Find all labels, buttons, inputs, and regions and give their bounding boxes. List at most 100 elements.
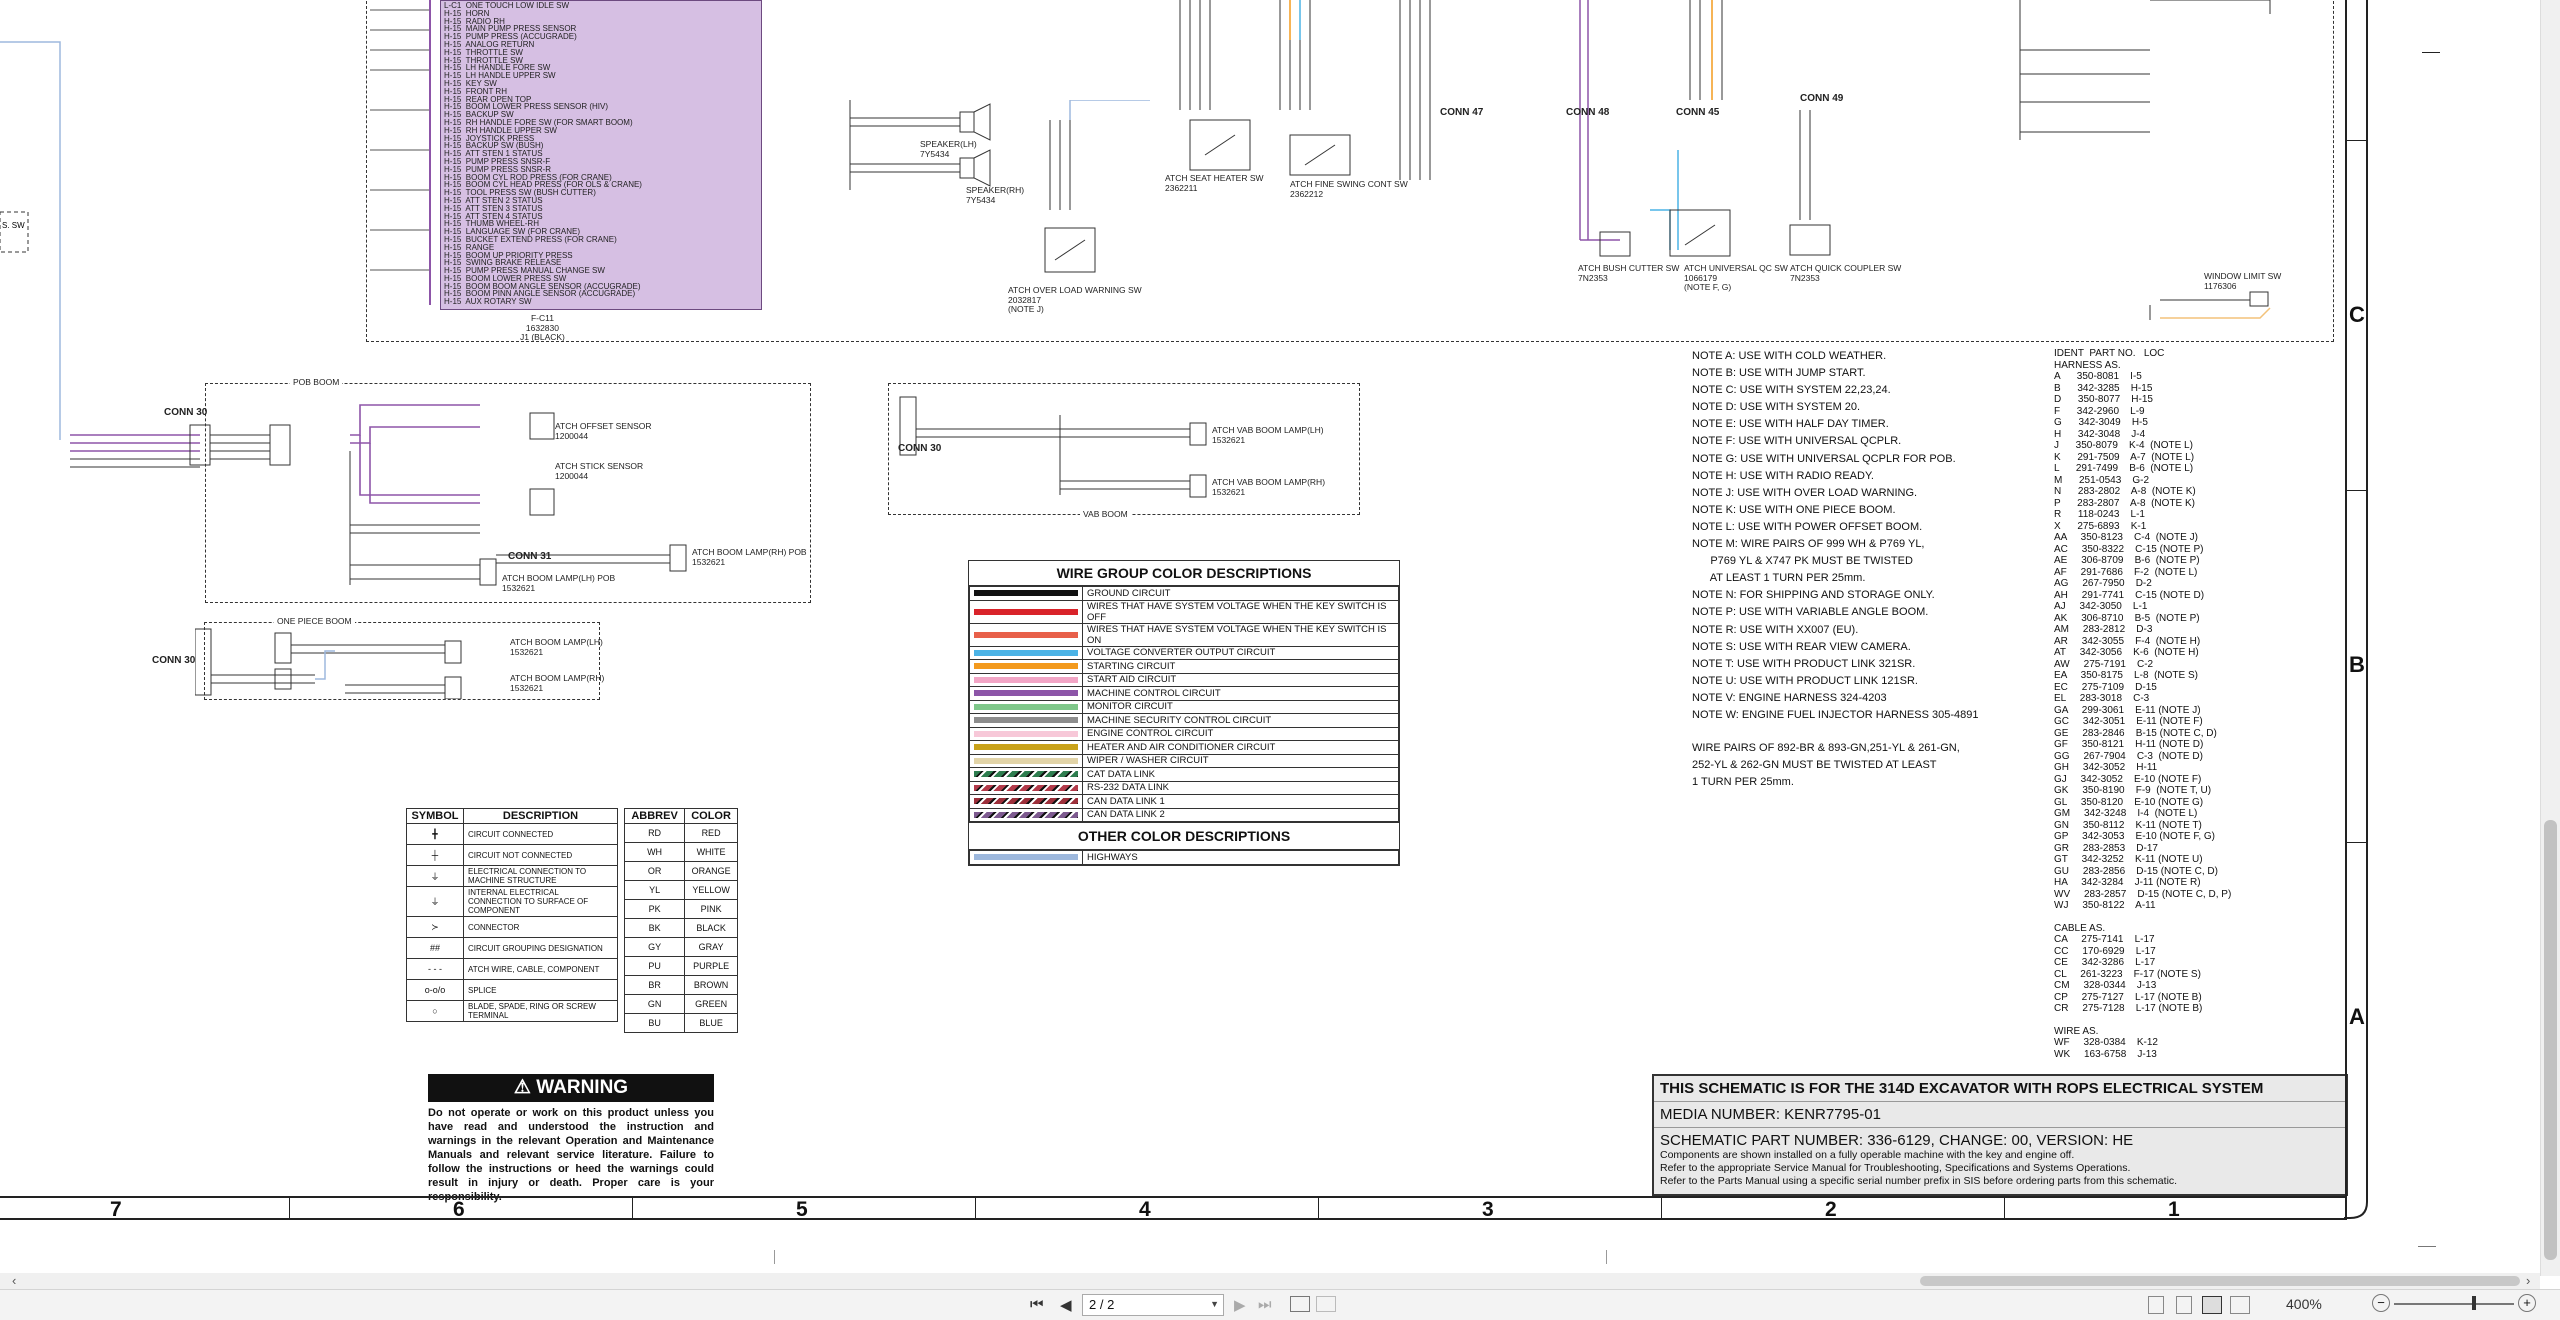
warning-icon: ⚠: [513, 1077, 531, 1098]
ident-row: AK 306-8710 B-5 (NOTE P): [2054, 612, 2200, 624]
wire-row: WF 328-0384 K-12: [2054, 1037, 2158, 1048]
title-line6: Refer to the Parts Manual using a specif…: [1660, 1175, 2178, 1187]
abbrev-color: GRAY: [684, 937, 738, 957]
color-swatch: [974, 676, 1078, 683]
tick-mark: [774, 1250, 775, 1264]
horizontal-scroll-thumb[interactable]: [1920, 1276, 2520, 1286]
ident-row: EA 350-8175 L-8 (NOTE S): [2054, 670, 2198, 681]
fit-page-icon[interactable]: [1290, 1296, 1310, 1312]
conn48-label: CONN 48: [1566, 107, 1610, 118]
two-page-view-icon[interactable]: [2202, 1296, 2222, 1314]
twist-note-line: 1 TURN PER 25mm.: [1692, 776, 1794, 789]
abbrev-color: PINK: [684, 899, 738, 919]
abbrev-color: ORANGE: [684, 861, 738, 881]
conn30-label-a: CONN 30: [164, 407, 208, 418]
scroll-right-icon[interactable]: ›: [2526, 1273, 2530, 1288]
svg-text:S. SW: S. SW: [2, 221, 25, 230]
note-line: NOTE J: USE WITH OVER LOAD WARNING.: [1692, 486, 1918, 499]
viewer-toolbar: ⏮ ◀ 2 / 2 ▼ ▶ ⏭ 400% − +: [0, 1289, 2560, 1320]
scroll-left-icon[interactable]: ‹: [12, 1273, 16, 1288]
abbrev-row: BU BLUE: [623, 1013, 738, 1033]
cable-row: CM 328-0344 J-13: [2054, 980, 2157, 991]
horizontal-scrollbar[interactable]: ‹ ›: [0, 1273, 2540, 1289]
boom-lamp-lh-pob-label: ATCH BOOM LAMP(LH) POB 1532621: [502, 573, 616, 593]
abbrev-code: RD: [623, 823, 686, 843]
vertical-scrollbar[interactable]: [2540, 0, 2560, 1276]
abbrev-row: GN GREEN: [623, 994, 738, 1014]
symbol-description: SPLICE: [463, 979, 618, 1001]
fit-width-icon[interactable]: [1316, 1296, 1336, 1312]
chevron-down-icon[interactable]: ▼: [1210, 1299, 1219, 1309]
ident-row: GM 342-3248 I-4 (NOTE L): [2054, 808, 2198, 819]
quick-coupler-label: ATCH QUICK COUPLER SW 7N2353: [1790, 263, 1902, 283]
symbol-row: o-o/o SPLICE: [406, 979, 618, 1001]
schematic-sheet: L-C1 ONE TOUCH LOW IDLE SW H-15 HORN H-15 …: [0, 0, 2440, 1264]
zone-sep: [975, 1196, 976, 1220]
ident-row: D 350-8077 H-15: [2054, 394, 2153, 405]
note-line: NOTE D: USE WITH SYSTEM 20.: [1692, 401, 1861, 414]
color-swatch: [974, 811, 1078, 818]
ident-row: R 118-0243 L-1: [2054, 509, 2145, 520]
color-swatch-cell: [969, 753, 1083, 768]
ident-row: GN 350-8112 K-11 (NOTE T): [2054, 819, 2202, 831]
note-line: NOTE R: USE WITH XX007 (EU).: [1692, 623, 1859, 636]
color-label: HIGHWAYS: [1082, 850, 1399, 865]
zone-row-b: B: [2349, 652, 2365, 677]
color-swatch-cell: [969, 699, 1083, 714]
page-number-field[interactable]: 2 / 2 ▼: [1082, 1294, 1224, 1316]
zoom-level[interactable]: 400%: [2286, 1296, 2322, 1312]
right-zone-border-inner: [2345, 0, 2347, 1220]
next-page-button[interactable]: ▶: [1234, 1296, 1246, 1314]
abbrev-header-row: ABBREV COLOR: [623, 808, 738, 824]
cable-row: CA 275-7141 L-17: [2054, 934, 2155, 945]
note-line: NOTE C: USE WITH SYSTEM 22,23,24.: [1692, 384, 1891, 397]
wire-group-row: ENGINE CONTROL CIRCUIT: [969, 726, 1399, 741]
ident-row: GR 283-2853 D-17: [2054, 842, 2158, 854]
ident-row: K 291-7509 A-7 (NOTE L): [2054, 451, 2195, 463]
zoom-out-icon[interactable]: −: [2372, 1294, 2390, 1312]
color-label: RS-232 DATA LINK: [1082, 780, 1399, 795]
ident-row: GL 350-8120 E-10 (NOTE G): [2054, 796, 2204, 808]
wire-group-row: MONITOR CIRCUIT: [969, 699, 1399, 714]
color-swatch-cell: [969, 740, 1083, 755]
conn49-label: CONN 49: [1800, 93, 1844, 104]
color-label: MACHINE CONTROL CIRCUIT: [1082, 686, 1399, 701]
abbrev-table: ABBREV COLOR RD RED WH WHITE OR ORANGE YL YELLOW P…: [623, 808, 738, 1033]
symbol-row: - - - ATCH WIRE, CABLE, COMPONENT: [406, 958, 618, 980]
zoom-in-icon[interactable]: +: [2518, 1294, 2536, 1312]
single-page-view-icon[interactable]: [2148, 1296, 2164, 1314]
color-swatch: [974, 649, 1078, 656]
zone-sep: [632, 1196, 633, 1220]
ident-rows: A 350-8081 I-5 B 342-3285 H-15 D 350-8077 …: [2054, 371, 2231, 912]
abbrev-header: ABBREV: [623, 808, 686, 824]
offset-sensor-label: ATCH OFFSET SENSOR 1200044: [555, 421, 652, 441]
pob-boom-wiring: [70, 404, 687, 586]
continuous-view-icon[interactable]: [2176, 1296, 2192, 1314]
prev-page-button[interactable]: ◀: [1060, 1296, 1072, 1314]
speaker-lh-label: SPEAKER(LH) 7Y5434: [920, 139, 977, 159]
bush-cutter-label: ATCH BUSH CUTTER SW 7N2353: [1578, 263, 1680, 283]
color-label: CAN DATA LINK 1: [1082, 794, 1399, 809]
color-swatch: [974, 784, 1078, 791]
color-swatch-cell: [969, 622, 1083, 647]
color-label: STARTING CIRCUIT: [1082, 659, 1399, 674]
wire-label: WIRE AS.: [2054, 1025, 2099, 1037]
note-line: NOTE G: USE WITH UNIVERSAL QCPLR FOR POB…: [1692, 452, 1956, 465]
abbrev-code: WH: [623, 842, 686, 862]
wire-group-row: WIRES THAT HAVE SYSTEM VOLTAGE WHEN THE …: [969, 622, 1399, 647]
warning-box: ⚠ WARNING Do not operate or work on this…: [428, 1074, 714, 1204]
last-page-button[interactable]: ⏭: [1258, 1296, 1272, 1313]
vertical-scroll-thumb[interactable]: [2544, 820, 2557, 1260]
color-label: MACHINE SECURITY CONTROL CIRCUIT: [1082, 713, 1399, 728]
first-page-button[interactable]: ⏮: [1030, 1296, 1044, 1313]
abbrev-color: RED: [684, 823, 738, 843]
zoom-slider-handle[interactable]: [2472, 1296, 2476, 1310]
wire-group-row: RS-232 DATA LINK: [969, 780, 1399, 795]
zone-row-sep: [2346, 140, 2368, 141]
warning-title-text: WARNING: [536, 1077, 629, 1098]
ident-row: GK 350-8190 F-9 (NOTE T, U): [2054, 785, 2212, 796]
zoom-slider[interactable]: [2394, 1303, 2514, 1305]
two-page-continuous-icon[interactable]: [2230, 1296, 2250, 1314]
abbrev-row: BR BROWN: [623, 975, 738, 995]
note-line: AT LEAST 1 TURN PER 25mm.: [1692, 572, 1866, 585]
